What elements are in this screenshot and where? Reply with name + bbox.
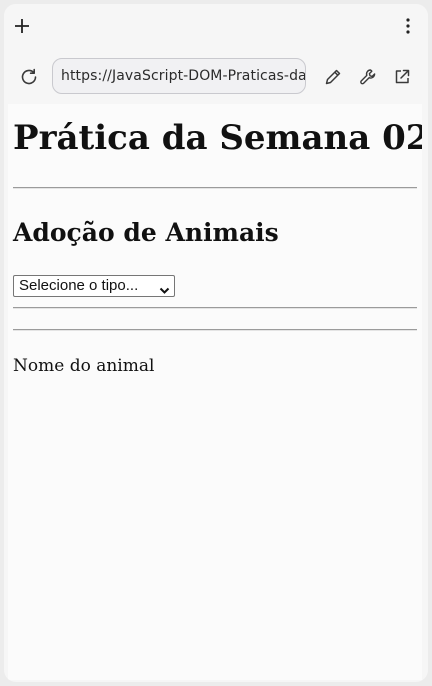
page-content: Prática da Semana 02 Adoção de Animais S… (8, 104, 422, 680)
divider (13, 329, 417, 331)
kebab-menu-icon[interactable] (393, 11, 423, 41)
animal-type-select[interactable]: Selecione o tipo... (13, 275, 175, 297)
chevron-down-icon (159, 282, 170, 299)
wrench-icon[interactable] (353, 62, 383, 92)
section-title: Adoção de Animais (13, 218, 279, 247)
plus-icon[interactable] (7, 11, 37, 41)
browser-window: https://JavaScript-DOM-Praticas-da Práti… (4, 4, 428, 682)
page-title: Prática da Semana 02 (13, 118, 422, 158)
divider (13, 307, 417, 309)
tab-bar (4, 4, 428, 48)
animal-name-label: Nome do animal (13, 356, 155, 376)
url-text: https://JavaScript-DOM-Praticas-da (61, 68, 306, 84)
reload-icon[interactable] (14, 62, 44, 92)
external-link-icon[interactable] (387, 62, 417, 92)
address-bar[interactable]: https://JavaScript-DOM-Praticas-da (52, 58, 306, 94)
divider (13, 187, 417, 189)
pencil-icon[interactable] (318, 62, 348, 92)
select-value: Selecione o tipo... (19, 277, 139, 294)
